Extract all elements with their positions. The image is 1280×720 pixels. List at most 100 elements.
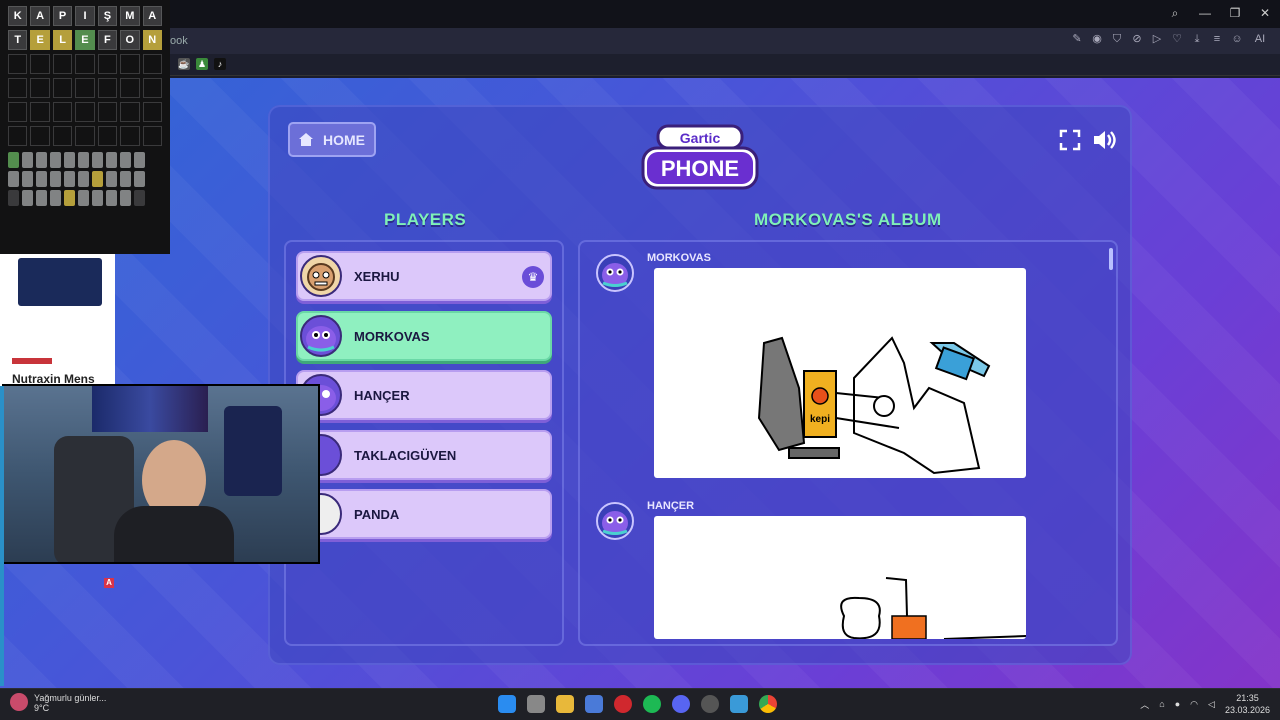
file-explorer-icon[interactable] [556,695,574,713]
weather-icon [10,693,28,711]
photos-icon[interactable] [730,695,748,713]
store-icon[interactable] [585,695,603,713]
address-text[interactable]: ook [170,35,188,47]
screen: { "browser": { "address_fragment": "ook"… [0,0,1280,720]
wordle-cell: N [142,30,162,50]
microphone-icon[interactable]: ● [1175,699,1180,709]
edit-icon[interactable]: ✎ [1070,32,1084,46]
album-author: HANÇER [647,500,695,512]
wordle-cell: E [30,30,50,50]
clock-app-icon[interactable] [701,695,719,713]
bookmarks-bar: ☕ ♟ ♪ [0,54,1280,76]
logo-bottom-text: PHONE [661,156,739,181]
download-icon[interactable]: ⤓ [1190,32,1204,46]
wordle-cell: P [52,6,73,26]
clock-time: 21:35 [1236,693,1259,703]
camera-icon[interactable]: ◉ [1090,32,1104,46]
webcam-overlay [2,384,320,564]
album-avatar [596,502,634,540]
wordle-overlay: K A P I Ş M A T E L E F O N [0,0,170,254]
block-icon[interactable]: ⊘ [1130,32,1144,46]
restore-icon[interactable]: ❐ [1228,6,1242,21]
weather-widget[interactable]: Yağmurlu günler... 9°C [10,693,106,713]
logo-top-text: Gartic [680,130,721,146]
players-title: PLAYERS [384,210,467,229]
drawing-text: kepi [810,414,830,425]
fullscreen-icon[interactable] [1058,128,1082,152]
player-name: XERHU [354,269,400,284]
wordle-cell: O [120,30,140,50]
discord-icon[interactable] [672,695,690,713]
bookmark-cat-icon[interactable]: ☕ [178,58,190,70]
profile-icon[interactable]: ☺ [1230,32,1244,46]
wordle-cell: T [8,30,28,50]
volume-icon[interactable]: ◁ [1208,699,1215,710]
wordle-keyboard[interactable] [8,152,162,168]
avatar [300,255,342,297]
system-clock[interactable]: 21:35 23.03.2026 [1225,692,1270,716]
album-drawing [654,516,1026,639]
wordle-cell: F [97,30,118,50]
player-name: TAKLACIGÜVEN [354,448,457,463]
player-hancer[interactable]: HANÇER [296,370,552,420]
chevron-up-icon[interactable]: ︿ [1140,698,1149,711]
a-badge: A [104,578,114,588]
player-morkovas[interactable]: MORKOVAS [296,311,552,361]
windows-start-icon[interactable] [498,695,516,713]
close-icon[interactable]: ✕ [1258,6,1272,21]
wordle-cell: Ş [97,6,118,26]
home-button[interactable]: HOME [288,122,376,157]
heart-icon[interactable]: ♡ [1170,32,1184,46]
task-view-icon[interactable] [527,695,545,713]
wordle-row: T E L E F O N [8,30,162,50]
address-bar[interactable]: ook ✎ ◉ ⛉ ⊘ ▷ ♡ ⤓ ≡ ☺ AI [0,28,1280,54]
player-name: HANÇER [354,388,410,403]
wordle-cell: K [8,6,28,26]
wordle-cell: A [30,6,50,26]
opera-icon[interactable] [614,695,632,713]
browser-titlebar: ⌕ — ❐ ✕ [0,0,1280,28]
album-avatar [596,254,634,292]
sound-icon[interactable] [1092,128,1118,152]
jersey [224,406,282,496]
side-strip [0,386,4,686]
wordle-keyboard-row[interactable] [8,171,162,187]
crown-icon: ♛ [522,266,544,288]
network-icon[interactable]: ⌂ [1159,699,1164,709]
ad-product-image [18,258,102,306]
weather-temp: 9°C [34,703,50,713]
ad-banner[interactable]: Nutraxin Mens [0,254,115,386]
chrome-icon[interactable] [759,695,777,713]
album-author: MORKOVAS [647,252,711,264]
menu-icon[interactable]: ≡ [1210,32,1224,46]
player-panda[interactable]: PANDA [296,489,552,539]
poster [92,386,208,432]
home-icon [299,133,313,146]
search-icon[interactable]: ⌕ [1168,6,1182,21]
minimize-icon[interactable]: — [1198,6,1212,21]
wordle-cell: E [75,30,95,50]
player-xerhu[interactable]: XERHU ♛ [296,251,552,301]
wordle-cell: I [75,6,95,26]
shield-icon[interactable]: ⛉ [1110,32,1124,46]
bookmark-tiktok-icon[interactable]: ♪ [214,58,226,70]
wifi-icon[interactable]: ◠ [1190,699,1198,710]
ad-logo [12,358,52,364]
play-icon[interactable]: ▷ [1150,32,1164,46]
player-name: PANDA [354,507,400,522]
taskbar: Yağmurlu günler... 9°C ︿ ⌂ ● ◠ ◁ 21:35 2… [0,688,1280,720]
avatar [300,315,342,357]
gartic-phone-logo: Gartic PHONE [641,124,759,190]
player-name: MORKOVAS [354,329,430,344]
album-scrollbar[interactable] [1109,248,1113,270]
streamer-body [114,506,234,562]
spotify-icon[interactable] [643,695,661,713]
wordle-keyboard-row[interactable] [8,190,162,206]
ai-button[interactable]: AI [1250,32,1270,46]
bookmark-green-icon[interactable]: ♟ [196,58,208,70]
wordle-cell: L [52,30,73,50]
player-taklaciguven[interactable]: TAKLACIGÜVEN [296,430,552,480]
wordle-row: K A P I Ş M A [8,6,162,26]
weather-text: Yağmurlu günler... [34,693,107,703]
clock-date: 23.03.2026 [1224,705,1270,715]
